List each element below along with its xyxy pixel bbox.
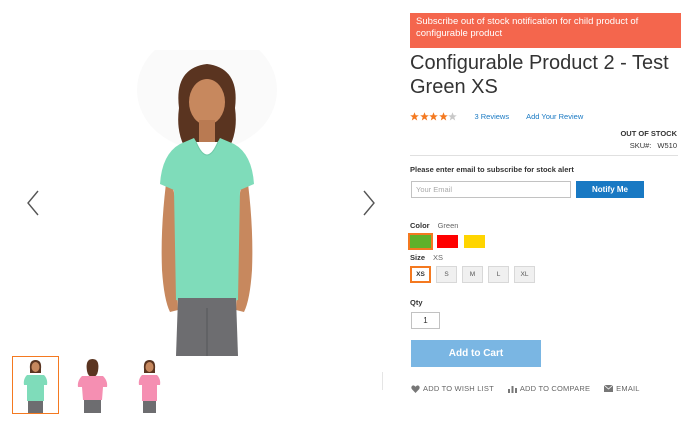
star-icon [410, 111, 419, 121]
color-label: Color [410, 221, 430, 230]
sku-label: SKU#: [629, 141, 652, 150]
compare-icon [507, 385, 517, 393]
main-product-image [137, 50, 277, 356]
product-sku: SKU#: W510 [630, 141, 677, 150]
size-options: XS S M L XL [410, 266, 535, 283]
gallery-thumbnails [12, 356, 173, 414]
reviews-link[interactable]: 3 Reviews [475, 112, 510, 121]
star-icon [429, 111, 438, 121]
notice-banner: Subscribe out of stock notification for … [410, 13, 681, 48]
gallery-stage [8, 40, 392, 358]
size-option-xs[interactable]: XS [410, 266, 431, 283]
add-to-compare-link[interactable]: ADD TO COMPARE [507, 384, 591, 393]
color-swatch-red[interactable] [437, 235, 458, 248]
size-option-xl[interactable]: XL [514, 266, 535, 283]
color-swatch-green[interactable] [408, 233, 433, 250]
thumbnail-pink-tee-front[interactable] [126, 356, 173, 414]
rating-stars [410, 111, 458, 121]
color-attribute: Color Green [410, 221, 458, 230]
gallery-prev-arrow-icon[interactable] [22, 187, 46, 219]
email-field[interactable] [411, 181, 571, 198]
star-icon [419, 111, 429, 121]
color-selected-value: Green [437, 221, 459, 230]
heart-icon [411, 384, 420, 393]
notify-me-button[interactable]: Notify Me [576, 181, 644, 198]
size-option-m[interactable]: M [462, 266, 483, 283]
color-swatches [408, 233, 485, 250]
divider [410, 155, 678, 156]
gallery-next-arrow-icon[interactable] [356, 187, 380, 219]
size-option-s[interactable]: S [436, 266, 457, 283]
thumbnail-strip-edge [382, 372, 383, 390]
size-selected-value: XS [433, 253, 444, 262]
size-attribute: Size XS [410, 253, 443, 262]
add-to-cart-button[interactable]: Add to Cart [411, 340, 541, 367]
add-review-link[interactable]: Add Your Review [526, 112, 583, 121]
size-option-l[interactable]: L [488, 266, 509, 283]
product-social-actions: ADD TO WISH LIST ADD TO COMPARE EMAIL [411, 384, 654, 393]
quantity-input[interactable] [411, 312, 440, 329]
compare-label: ADD TO COMPARE [519, 384, 591, 393]
product-reviews: 3 Reviews Add Your Review [410, 110, 583, 122]
email-label: EMAIL [616, 384, 640, 393]
product-gallery [0, 0, 400, 422]
product-info: Subscribe out of stock notification for … [408, 0, 682, 422]
wishlist-label: ADD TO WISH LIST [423, 384, 494, 393]
sku-value: W510 [657, 141, 677, 150]
qty-label: Qty [410, 298, 423, 307]
stock-alert-label: Please enter email to subscribe for stoc… [410, 165, 574, 174]
page-title: Configurable Product 2 - Test Green XS [410, 52, 669, 98]
thumbnail-green-tee-front[interactable] [12, 356, 59, 414]
envelope-icon [604, 385, 614, 392]
star-icon [438, 111, 448, 121]
color-swatch-yellow[interactable] [464, 235, 485, 248]
star-icon [448, 111, 457, 121]
email-friend-link[interactable]: EMAIL [604, 384, 640, 393]
thumbnail-pink-tee-back[interactable] [69, 356, 116, 414]
add-to-wishlist-link[interactable]: ADD TO WISH LIST [411, 384, 494, 393]
size-label: Size [410, 253, 426, 262]
stock-status: OUT OF STOCK [620, 129, 677, 138]
